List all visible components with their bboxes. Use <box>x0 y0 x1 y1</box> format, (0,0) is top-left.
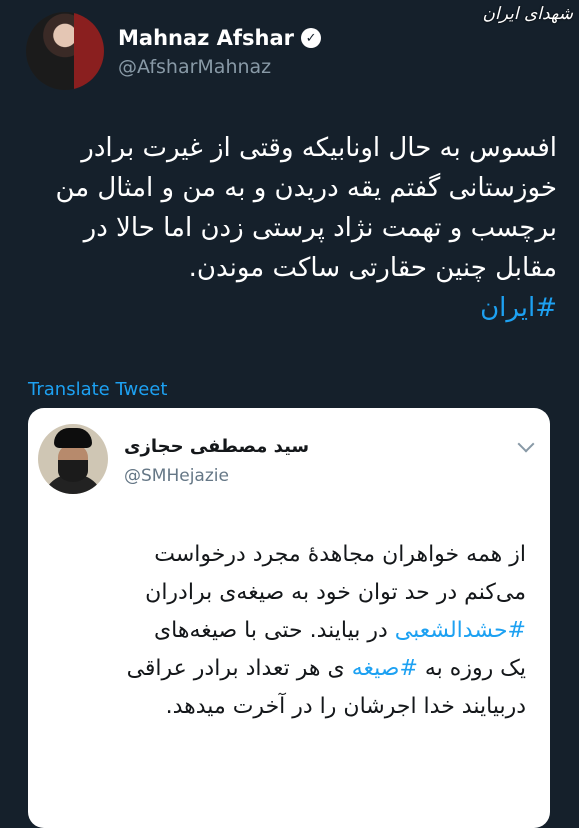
hashtag-link[interactable]: #صیغه <box>352 656 418 681</box>
tweet-line: افسوس به حال اونابیکه وقتی از غیرت برادر <box>81 133 557 163</box>
quoted-author-avatar[interactable] <box>38 424 108 494</box>
quoted-text-segment: می‌کنم در حد توان خود به صیغه‌ی برادران <box>145 580 526 605</box>
quoted-text-segment: دربیایند خدا اجرشان را در آخرت میدهد. <box>165 694 526 719</box>
quoted-author-handle[interactable]: @SMHejazie <box>124 466 229 486</box>
quoted-tweet-line: #حشدالشعبی در بیایند. حتی با صیغه‌های <box>46 612 526 650</box>
author-name[interactable]: Mahnaz Afshar <box>118 26 294 50</box>
quoted-tweet-line: می‌کنم در حد توان خود به صیغه‌ی برادران <box>46 574 526 612</box>
quoted-text-segment: در بیایند. حتی با صیغه‌های <box>153 618 395 643</box>
quoted-text-segment: ی هر تعداد برادر عراقی <box>126 656 352 681</box>
author-name-row[interactable]: Mahnaz Afshar ✓ <box>118 26 322 50</box>
author-handle[interactable]: @AfsharMahnaz <box>118 56 271 78</box>
tweet-line: مقابل چنین حقارتی ساکت موندن. <box>188 253 557 283</box>
translate-tweet-link[interactable]: Translate Tweet <box>28 379 167 400</box>
tweet-body: افسوس به حال اونابیکه وقتی از غیرت برادر… <box>37 128 557 328</box>
verified-badge-icon: ✓ <box>301 28 322 48</box>
hashtag-link[interactable]: #ایران <box>37 288 557 328</box>
quoted-tweet-line: دربیایند خدا اجرشان را در آخرت میدهد. <box>46 688 526 726</box>
quoted-tweet-line: از همه خواهران مجاهدهٔ مجرد درخواست <box>46 536 526 574</box>
quoted-author-name[interactable]: سید مصطفی حجازی <box>124 436 334 457</box>
author-avatar[interactable] <box>26 12 104 90</box>
tweet-line: برچسب و تهمت نژاد پرستی زدن اما حالا در <box>83 213 557 243</box>
quoted-tweet-card[interactable]: سید مصطفی حجازی @SMHejazie از همه خواهرا… <box>28 408 550 828</box>
quoted-tweet-line: یک روزه به #صیغه ی هر تعداد برادر عراقی <box>46 650 526 688</box>
quoted-text-segment: یک روزه به <box>417 656 526 681</box>
watermark-logo: شهدای ایران <box>482 4 573 24</box>
tweet-line: خوزستانی گفتم یقه دریدن و به من و امثال … <box>55 173 557 203</box>
hashtag-link[interactable]: #حشدالشعبی <box>395 618 526 643</box>
quoted-text-segment: از همه خواهران مجاهدهٔ مجرد درخواست <box>154 542 526 567</box>
chevron-down-icon[interactable] <box>517 435 535 453</box>
quoted-tweet-body: از همه خواهران مجاهدهٔ مجرد درخواست می‌کن… <box>46 536 526 726</box>
